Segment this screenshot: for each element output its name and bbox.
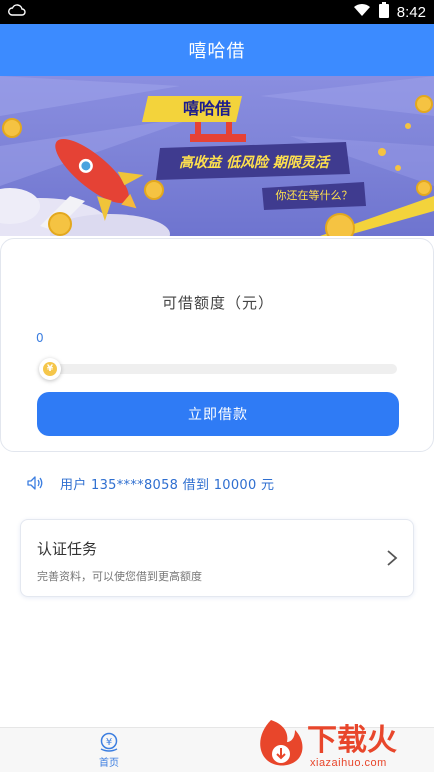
banner-brand-name: 嘻哈借: [182, 99, 231, 118]
chevron-right-icon: [385, 548, 399, 568]
announcement-bar: 用户 135****8058 借到 10000 元: [26, 472, 274, 494]
banner-question: 你还在等什么？: [275, 189, 353, 202]
page-title: 嘻哈借: [188, 41, 246, 62]
notification-cloud-icon: [8, 3, 26, 21]
svg-text:下载火: 下载火: [307, 723, 397, 758]
status-bar: 8:42: [0, 0, 434, 24]
wifi-icon: [353, 3, 371, 21]
task-title: 认证任务: [37, 540, 98, 558]
home-icon: ¥: [98, 732, 120, 752]
promo-banner[interactable]: 嘻哈借 高收益 低风险 期限灵活 你还在等什么？: [0, 76, 434, 236]
borrow-now-button[interactable]: 立即借款: [37, 392, 399, 436]
task-subtitle: 完善资料，可以使您借到更高额度: [37, 570, 202, 583]
verification-task-card[interactable]: 认证任务 完善资料，可以使您借到更高额度: [20, 519, 414, 597]
nav-home[interactable]: ¥ 首页: [88, 732, 130, 770]
credit-limit-label: 可借额度（元）: [161, 294, 274, 312]
watermark-domain: xiazaihuo.com: [310, 757, 387, 769]
battery-icon: [378, 2, 389, 22]
app-header: 嘻哈借: [0, 24, 434, 76]
status-time: 8:42: [396, 3, 426, 21]
yuan-icon: ¥: [43, 362, 57, 376]
announcement-text: 用户 135****8058 借到 10000 元: [60, 477, 275, 493]
banner-slogan: 高收益 低风险 期限灵活: [179, 155, 329, 171]
speaker-icon: [26, 474, 44, 492]
svg-text:¥: ¥: [106, 737, 112, 748]
amount-slider-track[interactable]: [41, 364, 397, 374]
loan-card: 可借额度（元） 0 ¥ 立即借款: [0, 238, 434, 452]
amount-slider-thumb[interactable]: ¥: [39, 358, 61, 380]
slider-value: 0: [36, 331, 44, 345]
nav-home-label: 首页: [99, 758, 119, 769]
